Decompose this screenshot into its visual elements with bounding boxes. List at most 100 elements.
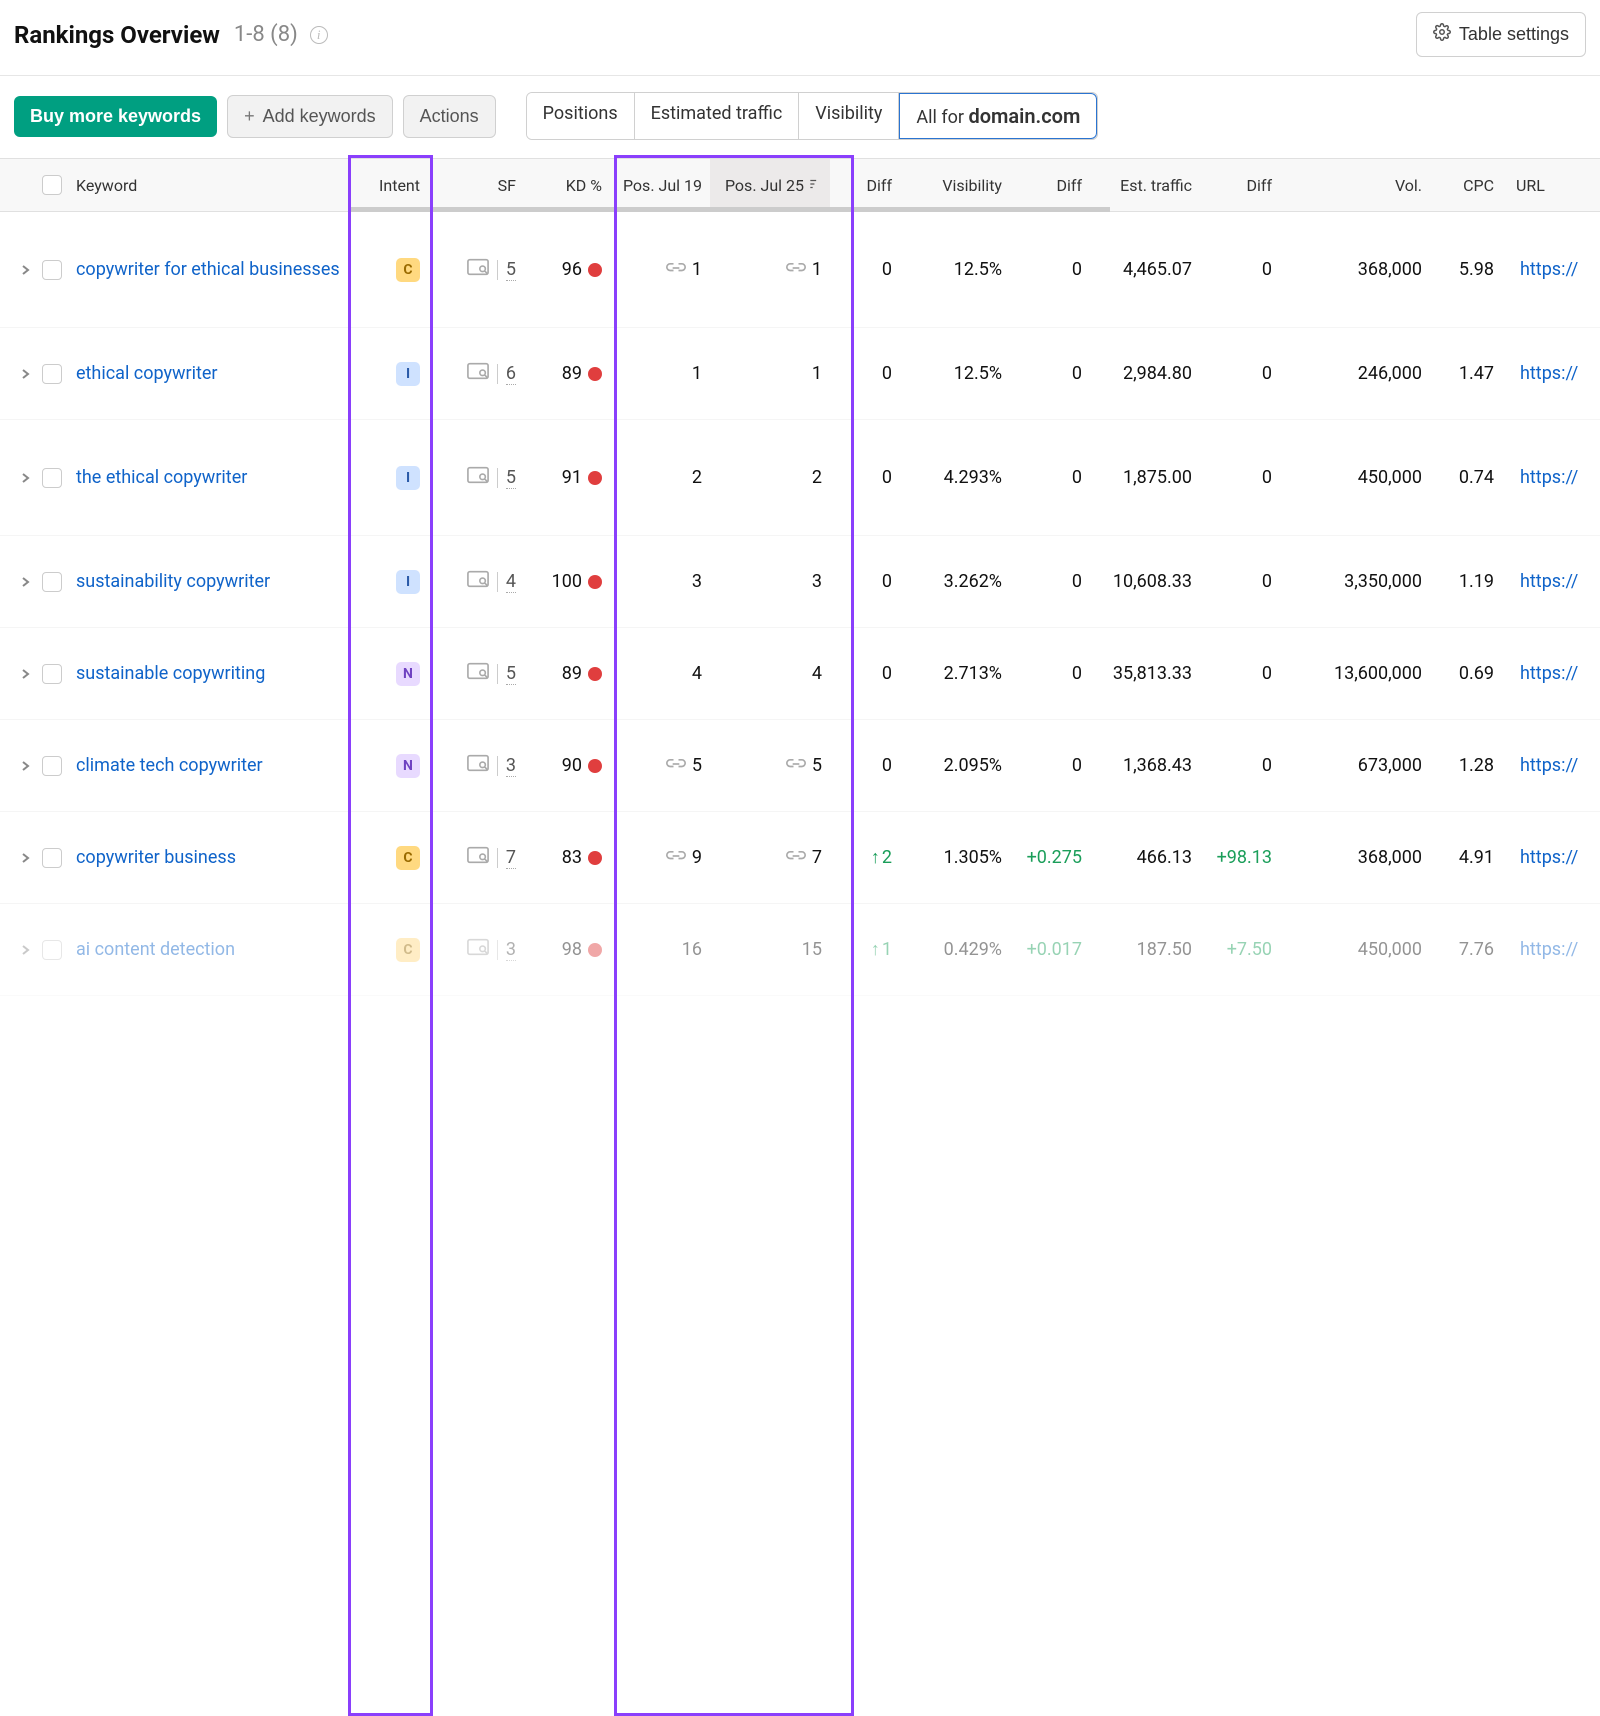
position-jul19: 3 xyxy=(692,571,702,592)
traffic-value: 187.50 xyxy=(1137,939,1192,960)
url-link[interactable]: https:// xyxy=(1510,847,1578,868)
url-link[interactable]: https:// xyxy=(1510,467,1578,488)
expand-caret-icon[interactable] xyxy=(16,940,36,960)
expand-caret-icon[interactable] xyxy=(16,756,36,776)
expand-caret-icon[interactable] xyxy=(16,364,36,384)
link-icon xyxy=(786,755,806,776)
kd-difficulty-dot xyxy=(588,851,602,865)
col-visibility[interactable]: Visibility xyxy=(900,176,1010,195)
col-traffic[interactable]: Est. traffic xyxy=(1090,176,1200,195)
serp-features-icon[interactable] xyxy=(467,754,489,777)
row-checkbox[interactable] xyxy=(42,468,62,488)
url-link[interactable]: https:// xyxy=(1510,663,1578,684)
seg-visibility[interactable]: Visibility xyxy=(799,93,899,139)
row-checkbox[interactable] xyxy=(42,364,62,384)
serp-features-icon[interactable] xyxy=(467,846,489,869)
row-checkbox[interactable] xyxy=(42,260,62,280)
col-cpc[interactable]: CPC xyxy=(1430,176,1502,195)
buy-keywords-button[interactable]: Buy more keywords xyxy=(14,96,217,137)
seg-positions[interactable]: Positions xyxy=(527,93,635,139)
kd-value: 100 xyxy=(552,571,582,592)
position-jul25: 1 xyxy=(812,259,822,280)
row-checkbox[interactable] xyxy=(42,756,62,776)
col-pos1[interactable]: Pos. Jul 19 xyxy=(610,176,710,195)
info-icon[interactable]: i xyxy=(310,26,328,44)
col-pos2[interactable]: Pos. Jul 25 xyxy=(710,159,830,211)
vol-cell: 13,600,000 xyxy=(1280,663,1430,684)
diff1-cell: 0 xyxy=(830,663,900,684)
keyword-link[interactable]: copywriter business xyxy=(76,847,236,868)
col-keyword[interactable]: Keyword xyxy=(68,176,348,195)
cpc-value: 0.69 xyxy=(1459,663,1494,684)
keyword-link[interactable]: ethical copywriter xyxy=(76,363,218,384)
cpc-cell: 1.47 xyxy=(1430,363,1502,384)
pos1-cell: 9 xyxy=(610,847,710,868)
table-settings-button[interactable]: Table settings xyxy=(1416,12,1586,57)
expand-caret-icon[interactable] xyxy=(16,468,36,488)
add-keywords-button[interactable]: + Add keywords xyxy=(227,95,393,138)
col-diff1[interactable]: Diff xyxy=(830,176,900,195)
keyword-link[interactable]: sustainable copywriting xyxy=(76,663,265,684)
cpc-value: 4.91 xyxy=(1459,847,1494,868)
position-jul19: 4 xyxy=(692,663,702,684)
seg-traffic[interactable]: Estimated traffic xyxy=(635,93,800,139)
col-diff2[interactable]: Diff xyxy=(1010,176,1090,195)
select-all-checkbox[interactable] xyxy=(42,175,62,195)
serp-features-icon[interactable] xyxy=(467,258,489,281)
volume-value: 368,000 xyxy=(1358,259,1422,280)
diff-visibility: +0.275 xyxy=(1027,847,1082,868)
col-vol[interactable]: Vol. xyxy=(1280,176,1430,195)
sf-cell: 6 xyxy=(428,362,524,385)
diff1-cell: 1 xyxy=(830,939,900,960)
diff-visibility: +0.017 xyxy=(1027,939,1082,960)
url-link[interactable]: https:// xyxy=(1510,259,1578,280)
col-intent[interactable]: Intent xyxy=(348,176,428,195)
pos2-cell: 15 xyxy=(710,939,830,960)
pos2-cell: 4 xyxy=(710,663,830,684)
serp-features-icon[interactable] xyxy=(467,938,489,961)
diff2-cell: 0 xyxy=(1010,571,1090,592)
link-icon xyxy=(786,259,806,280)
col-diff3[interactable]: Diff xyxy=(1200,176,1280,195)
sf-count: 6 xyxy=(506,363,516,385)
traffic-cell: 187.50 xyxy=(1090,939,1200,960)
keyword-link[interactable]: climate tech copywriter xyxy=(76,755,263,776)
expand-caret-icon[interactable] xyxy=(16,572,36,592)
position-jul25: 15 xyxy=(802,939,822,960)
col-kd[interactable]: KD % xyxy=(524,176,610,195)
pos2-cell: 7 xyxy=(710,847,830,868)
url-link[interactable]: https:// xyxy=(1510,363,1578,384)
url-link[interactable]: https:// xyxy=(1510,939,1578,960)
serp-features-icon[interactable] xyxy=(467,570,489,593)
row-checkbox[interactable] xyxy=(42,572,62,592)
row-checkbox[interactable] xyxy=(42,848,62,868)
col-sf[interactable]: SF xyxy=(428,176,524,195)
seg-all-for-domain[interactable]: All for domain.com xyxy=(899,93,1097,139)
serp-features-icon[interactable] xyxy=(467,662,489,685)
row-checkbox[interactable] xyxy=(42,664,62,684)
traffic-value: 1,875.00 xyxy=(1123,467,1192,488)
row-checkbox[interactable] xyxy=(42,940,62,960)
kd-value: 83 xyxy=(562,847,582,868)
url-link[interactable]: https:// xyxy=(1510,755,1578,776)
expand-caret-icon[interactable] xyxy=(16,664,36,684)
pos2-cell: 5 xyxy=(710,755,830,776)
keyword-link[interactable]: ai content detection xyxy=(76,939,235,960)
keyword-link[interactable]: copywriter for ethical businesses xyxy=(76,259,340,280)
cpc-value: 1.19 xyxy=(1459,571,1494,592)
diff2-cell: +0.275 xyxy=(1010,847,1090,868)
serp-features-icon[interactable] xyxy=(467,466,489,489)
expand-caret-icon[interactable] xyxy=(16,848,36,868)
serp-features-icon[interactable] xyxy=(467,362,489,385)
url-link[interactable]: https:// xyxy=(1510,571,1578,592)
keyword-link[interactable]: sustainability copywriter xyxy=(76,571,270,592)
pos2-cell: 1 xyxy=(710,259,830,280)
position-jul25: 1 xyxy=(812,363,822,384)
expand-caret-icon[interactable] xyxy=(16,260,36,280)
visibility-cell: 12.5% xyxy=(900,363,1010,384)
keyword-link[interactable]: the ethical copywriter xyxy=(76,467,247,488)
actions-button[interactable]: Actions xyxy=(403,95,496,138)
diff-position: 0 xyxy=(882,363,892,384)
kd-value: 91 xyxy=(562,467,582,488)
col-url[interactable]: URL xyxy=(1502,176,1580,195)
